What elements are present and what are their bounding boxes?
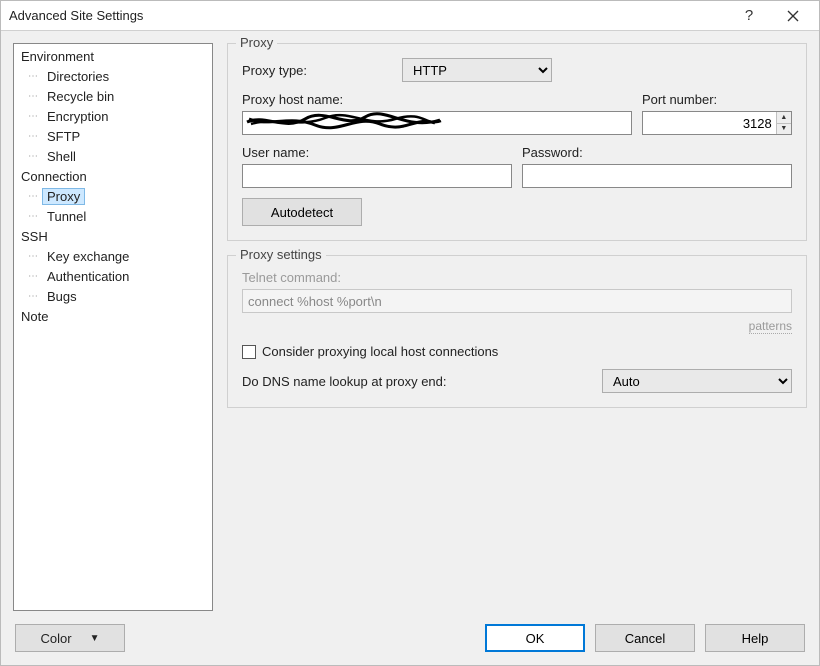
username-input[interactable] [242, 164, 512, 188]
autodetect-button[interactable]: Autodetect [242, 198, 362, 226]
tree-item-bugs[interactable]: ⋯Bugs [14, 286, 212, 306]
cancel-button[interactable]: Cancel [595, 624, 695, 652]
titlebar: Advanced Site Settings ? [1, 1, 819, 31]
tree-item-ssh[interactable]: SSH [14, 226, 212, 246]
color-dropdown-button[interactable]: Color ▼ [15, 624, 125, 652]
proxy-host-input[interactable] [242, 111, 632, 135]
consider-proxy-local-label: Consider proxying local host connections [262, 344, 498, 359]
tree-item-encryption[interactable]: ⋯Encryption [14, 106, 212, 126]
tree-item-connection[interactable]: Connection [14, 166, 212, 186]
password-label: Password: [522, 145, 792, 160]
dialog-window: Advanced Site Settings ? Environment ⋯Di… [0, 0, 820, 666]
nav-tree[interactable]: Environment ⋯Directories ⋯Recycle bin ⋯E… [13, 43, 213, 611]
settings-panel: Proxy Proxy type: HTTP Proxy host name: … [227, 43, 807, 611]
port-spin-up[interactable]: ▲ [777, 112, 791, 124]
proxy-settings-legend: Proxy settings [236, 247, 326, 262]
close-button[interactable] [771, 2, 815, 30]
proxy-settings-group: Proxy settings Telnet command: patterns … [227, 255, 807, 408]
proxy-host-label: Proxy host name: [242, 92, 632, 107]
telnet-input [242, 289, 792, 313]
tree-item-directories[interactable]: ⋯Directories [14, 66, 212, 86]
port-spinner[interactable]: ▲ ▼ [642, 111, 792, 135]
tree-item-proxy[interactable]: ⋯Proxy [14, 186, 212, 206]
port-input[interactable] [643, 112, 776, 134]
patterns-link[interactable]: patterns [749, 319, 792, 334]
checkbox-box-icon [242, 345, 256, 359]
proxy-group: Proxy Proxy type: HTTP Proxy host name: … [227, 43, 807, 241]
port-spin-down[interactable]: ▼ [777, 124, 791, 135]
dns-lookup-label: Do DNS name lookup at proxy end: [242, 374, 592, 389]
proxy-type-label: Proxy type: [242, 63, 392, 78]
chevron-down-icon: ▼ [90, 633, 100, 644]
window-title: Advanced Site Settings [9, 8, 727, 23]
tree-item-note[interactable]: Note [14, 306, 212, 326]
tree-item-tunnel[interactable]: ⋯Tunnel [14, 206, 212, 226]
telnet-label: Telnet command: [242, 270, 341, 285]
tree-item-shell[interactable]: ⋯Shell [14, 146, 212, 166]
help-button[interactable]: Help [705, 624, 805, 652]
dns-lookup-select[interactable]: Auto [602, 369, 792, 393]
tree-item-sftp[interactable]: ⋯SFTP [14, 126, 212, 146]
ok-button[interactable]: OK [485, 624, 585, 652]
port-label: Port number: [642, 92, 792, 107]
tree-item-key-exchange[interactable]: ⋯Key exchange [14, 246, 212, 266]
tree-item-authentication[interactable]: ⋯Authentication [14, 266, 212, 286]
tree-item-recycle-bin[interactable]: ⋯Recycle bin [14, 86, 212, 106]
tree-item-environment[interactable]: Environment [14, 46, 212, 66]
password-input[interactable] [522, 164, 792, 188]
dialog-footer: Color ▼ OK Cancel Help [1, 611, 819, 665]
proxy-type-select[interactable]: HTTP [402, 58, 552, 82]
help-titlebar-button[interactable]: ? [727, 2, 771, 30]
username-label: User name: [242, 145, 512, 160]
color-button-label: Color [41, 631, 72, 646]
consider-proxy-local-checkbox[interactable]: Consider proxying local host connections [242, 344, 498, 359]
proxy-group-legend: Proxy [236, 35, 277, 50]
